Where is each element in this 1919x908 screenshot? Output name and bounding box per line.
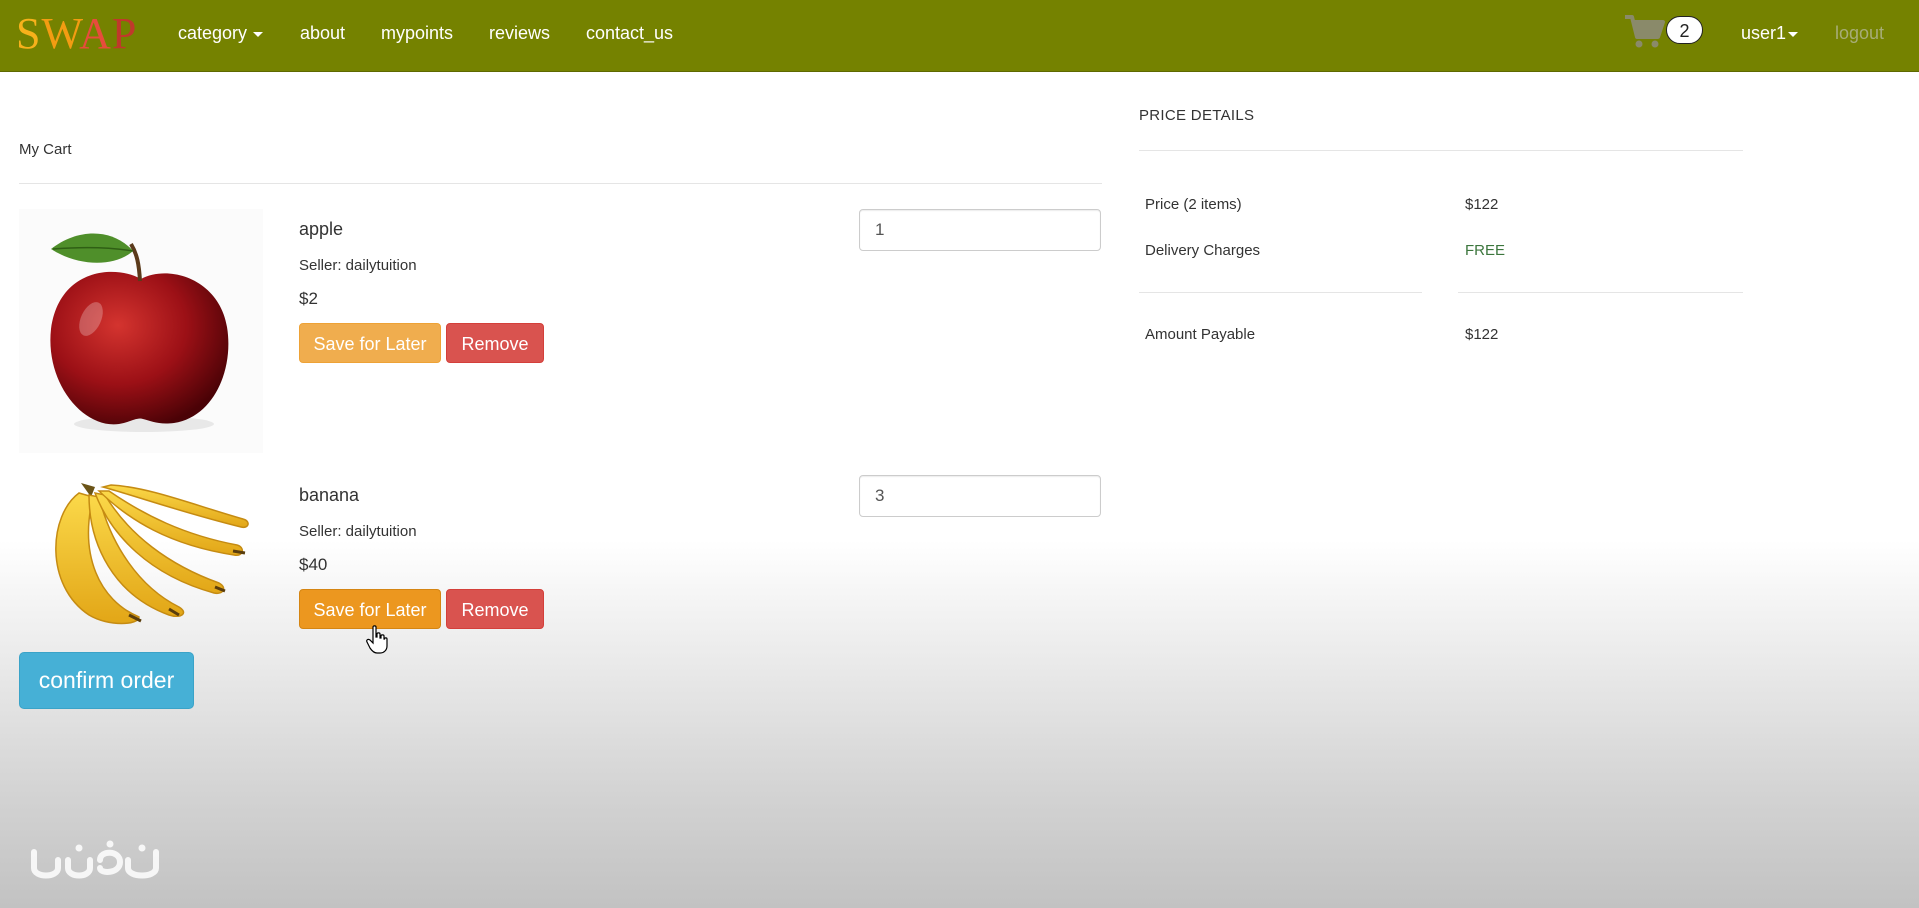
confirm-order-button[interactable]: confirm order [19,652,194,709]
user-menu-dropdown[interactable]: user1 [1741,21,1799,45]
watermark-logo [31,840,159,879]
nav-about-link[interactable]: about [300,21,345,45]
banana-image [19,475,263,630]
divider [1139,292,1422,293]
amount-payable-label: Amount Payable [1145,326,1256,343]
price-value: $122 [1465,196,1499,213]
price-label: Price (2 items) [1145,196,1242,213]
product-name[interactable]: apple [299,219,343,240]
cart-count-badge: 2 [1666,16,1703,44]
delivery-value: FREE [1465,242,1506,259]
remove-button[interactable]: Remove [446,589,544,629]
nav-reviews-link[interactable]: reviews [489,21,550,45]
product-price: $2 [299,289,318,308]
divider [1458,292,1743,293]
nav-category-label: category [178,23,248,43]
product-seller: Seller: dailytuition [299,257,417,274]
save-for-later-button[interactable]: Save for Later [299,323,441,363]
quantity-input[interactable] [859,209,1101,251]
cart-button[interactable]: 2 [1624,13,1704,53]
cart-heading: My Cart [19,141,72,158]
amount-payable-value: $122 [1465,326,1499,343]
price-details-title: PRICE DETAILS [1139,107,1255,124]
divider [1139,150,1743,151]
nav-contact-link[interactable]: contact_us [586,21,673,45]
divider [19,183,1102,184]
save-for-later-button[interactable]: Save for Later [299,589,441,629]
delivery-label: Delivery Charges [1145,242,1261,259]
apple-image [19,209,263,453]
nav-category-dropdown[interactable]: category [178,21,264,45]
hand-cursor-icon [366,625,388,654]
shopping-cart-icon [1625,15,1665,48]
user-name: user1 [1741,23,1787,43]
remove-button[interactable]: Remove [446,323,544,363]
product-price: $40 [299,555,328,574]
caret-down-icon [1788,31,1799,37]
brand-logo[interactable]: SWAP [16,11,137,57]
product-seller: Seller: dailytuition [299,523,417,540]
nav-mypoints-link[interactable]: mypoints [381,21,453,45]
caret-down-icon [253,31,264,37]
product-name[interactable]: banana [299,485,359,506]
quantity-input[interactable] [859,475,1101,517]
top-navbar: SWAP category about mypoints reviews con… [0,0,1919,72]
logout-link[interactable]: logout [1835,21,1884,45]
